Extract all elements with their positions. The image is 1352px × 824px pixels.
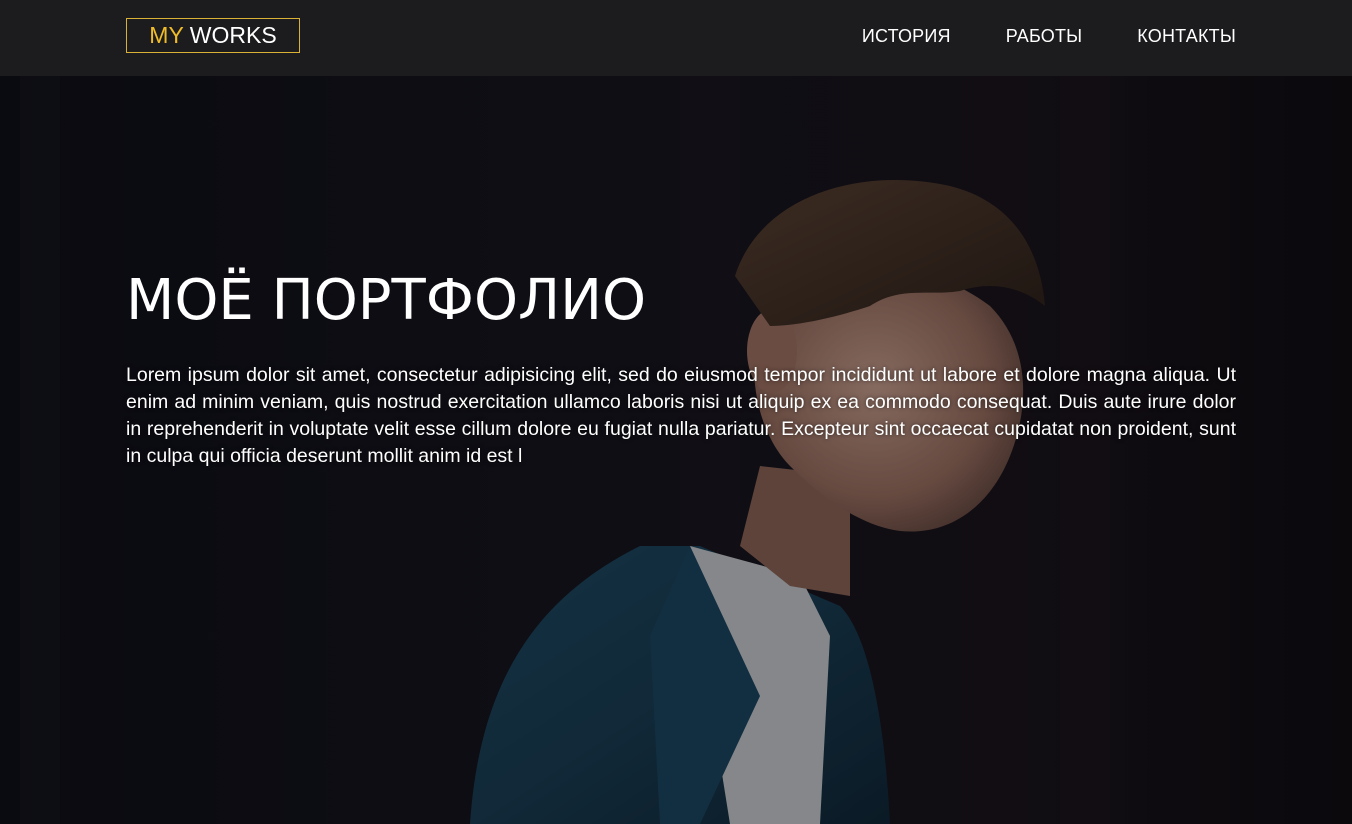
site-header: MY WORKS ИСТОРИЯ РАБОТЫ КОНТАКТЫ [0, 0, 1352, 76]
nav-link-contacts[interactable]: КОНТАКТЫ [1137, 26, 1236, 47]
main-nav: ИСТОРИЯ РАБОТЫ КОНТАКТЫ [807, 0, 1236, 72]
nav-link-history[interactable]: ИСТОРИЯ [862, 26, 951, 47]
hero-content: МОЁ ПОРТФОЛИО Lorem ipsum dolor sit amet… [126, 266, 1236, 470]
nav-link-works[interactable]: РАБОТЫ [1006, 26, 1083, 47]
hero-title: МОЁ ПОРТФОЛИО [126, 268, 647, 333]
hero-description: Lorem ipsum dolor sit amet, consectetur … [126, 364, 1236, 467]
logo-link[interactable]: MY WORKS [126, 18, 300, 53]
logo-text: WORKS [189, 22, 277, 48]
logo-text-accent: MY [149, 22, 184, 48]
